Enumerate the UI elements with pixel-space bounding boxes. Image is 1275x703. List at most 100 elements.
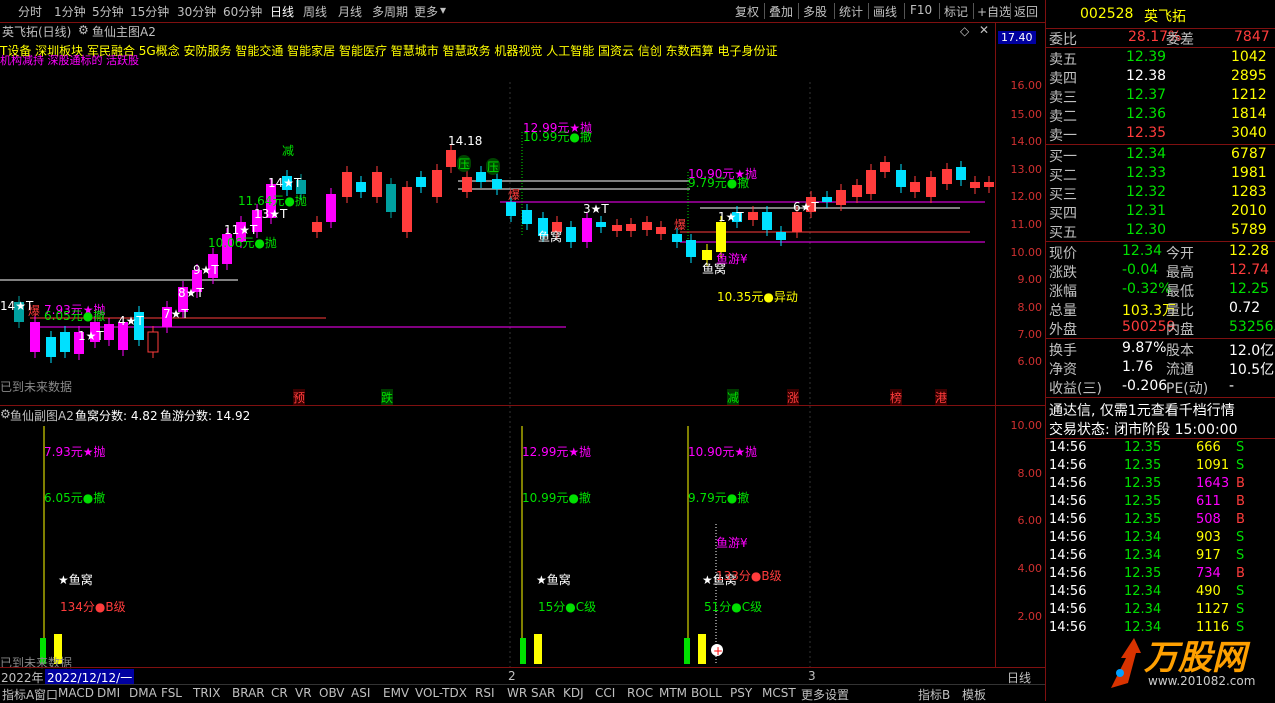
stat-label: 涨幅 (1049, 284, 1077, 300)
tab-15min[interactable]: 15分钟 (130, 3, 169, 20)
indicator-tab[interactable]: SAR (531, 686, 555, 700)
axis-tick: 15.00 (1010, 108, 1043, 121)
ask-row[interactable]: 卖五 12.39 1042 (1046, 49, 1275, 68)
multi-stock-button[interactable]: 多股 (803, 3, 827, 20)
stat-label: 最高 (1166, 265, 1194, 281)
time-month: 2 (508, 669, 516, 683)
sub-sell-3: 10.90元★抛 (688, 445, 758, 459)
indicator-tab[interactable]: MACD (58, 686, 94, 700)
indicator-tab[interactable]: WR (507, 686, 527, 700)
ask-row[interactable]: 卖三 12.37 1212 (1046, 87, 1275, 106)
indicator-tab[interactable]: VR (295, 686, 312, 700)
ask-row[interactable]: 卖四 12.38 2895 (1046, 68, 1275, 87)
indicator-tab[interactable]: BRAR (232, 686, 265, 700)
mark-button[interactable]: 标记 (944, 3, 968, 20)
tick-volume: 1127 (1196, 602, 1230, 617)
statistics-button[interactable]: 统计 (839, 3, 863, 20)
indicator-tab[interactable]: 窗口 (34, 686, 58, 703)
stat-label: PE(动) (1166, 381, 1209, 397)
indicator-tab[interactable]: DMA (129, 686, 157, 700)
tick-price: 12.34 (1124, 602, 1162, 617)
tick-time: 14:56 (1049, 584, 1087, 599)
tab-monthly[interactable]: 月线 (338, 3, 362, 20)
indicator-tab[interactable]: CCI (595, 686, 615, 700)
ask-label: 卖一 (1049, 128, 1077, 144)
back-button[interactable]: 返回 (1014, 3, 1038, 20)
sub-chart[interactable]: ⚙ 鱼仙副图A2 鱼窝分数: 4.82 鱼游分数: 14.92 + 7.93元★… (0, 405, 995, 670)
stat-value: 12.0亿 (1229, 343, 1275, 359)
bid-row[interactable]: 买二 12.33 1981 (1046, 165, 1275, 184)
ask-row[interactable]: 卖一 12.35 3040 (1046, 125, 1275, 144)
bid-label: 买二 (1049, 168, 1077, 184)
bid-row[interactable]: 买三 12.32 1283 (1046, 184, 1275, 203)
tab-60min[interactable]: 60分钟 (223, 3, 262, 20)
bid-row[interactable]: 买一 12.34 6787 (1046, 146, 1275, 165)
ask-volume: 2895 (1231, 68, 1267, 84)
indicator-tab[interactable]: TRIX (193, 686, 220, 700)
indicator-tab[interactable]: RSI (475, 686, 495, 700)
overlay-button[interactable]: 叠加 (769, 3, 793, 20)
indicator-tab[interactable]: 更多 (801, 686, 825, 703)
cancel-signal-2: 10.99元●撤 (523, 130, 592, 144)
indicator-tab[interactable]: FSL (161, 686, 182, 700)
axis-tick: 2.00 (1017, 610, 1043, 623)
tick-row: 14:56 12.35 734 B (1046, 566, 1275, 584)
top-toolbar: 分时 1分钟 5分钟 15分钟 30分钟 60分钟 日线 周线 月线 多周期 更… (0, 0, 1045, 23)
stat-row[interactable]: 外盘500259内盘532563 (1046, 319, 1275, 338)
indicator-right-tab[interactable]: 指标B (918, 686, 950, 703)
indicator-tab[interactable]: CR (271, 686, 288, 700)
indicator-tab[interactable]: MTM (659, 686, 687, 700)
indicator-tab[interactable]: BOLL (691, 686, 722, 700)
stat-label: 内盘 (1166, 322, 1194, 338)
tab-multi-period[interactable]: 多周期 (372, 3, 408, 20)
candle-body (386, 184, 396, 212)
chevron-down-icon[interactable]: ▾ (440, 3, 446, 17)
indicator-tab[interactable]: PSY (730, 686, 752, 700)
stat-row[interactable]: 涨幅 -0.32% 最低 12.25 (1046, 281, 1275, 300)
tab-30min[interactable]: 30分钟 (177, 3, 216, 20)
t-signal: 4★T (118, 314, 144, 328)
bid-row[interactable]: 买五 12.30 5789 (1046, 222, 1275, 241)
indicator-tab[interactable]: MCST (762, 686, 796, 700)
main-chart[interactable]: 英飞拓(日线) ⚙ 鱼仙主图A2 ◇ ✕ T设备 深圳板块 军民融合 5G概念 … (0, 22, 995, 406)
stat-row[interactable]: 换手 9.87% 股本 12.0亿 (1046, 340, 1275, 359)
ask-price: 12.35 (1126, 125, 1167, 141)
indicator-tab[interactable]: ROC (627, 686, 653, 700)
tab-1min[interactable]: 1分钟 (54, 3, 86, 20)
stat-row[interactable]: 涨跌 -0.04 最高 12.74 (1046, 262, 1275, 281)
tab-5min[interactable]: 5分钟 (92, 3, 124, 20)
tab-more[interactable]: 更多 (414, 3, 438, 20)
bid-row[interactable]: 买四 12.31 2010 (1046, 203, 1275, 222)
tick-row: 14:56 12.35 1643 B (1046, 476, 1275, 494)
indicator-tab[interactable]: 指标A (2, 686, 34, 703)
fuquan-button[interactable]: 复权 (735, 3, 759, 20)
draw-line-button[interactable]: 画线 (873, 3, 897, 20)
bid-price: 12.31 (1126, 203, 1167, 219)
stat-row[interactable]: 净资 1.76 流通 10.5亿 (1046, 359, 1275, 378)
indicator-tab[interactable]: KDJ (563, 686, 584, 700)
f10-button[interactable]: F10 (910, 3, 932, 17)
indicator-tab[interactable]: DMI (97, 686, 120, 700)
bid-volume: 1283 (1231, 184, 1267, 200)
candle-body (970, 182, 980, 188)
tab-daily[interactable]: 日线 (270, 3, 294, 20)
indicator-tab[interactable]: VOL-TDX (415, 686, 467, 700)
indicator-right-tab[interactable]: 模板 (962, 686, 986, 703)
indicator-tab[interactable]: ASI (351, 686, 370, 700)
high-price-label: 14.18 (448, 134, 483, 148)
indicator-tab[interactable]: EMV (383, 686, 409, 700)
tab-fenshi[interactable]: 分时 (18, 3, 42, 20)
indicator-tab[interactable]: OBV (319, 686, 345, 700)
sub-cancel-3: 9.79元●撤 (688, 491, 750, 505)
axis-tick: 16.00 (1010, 79, 1043, 92)
tick-volume: 490 (1196, 584, 1221, 599)
promo-text[interactable]: 通达信, 仅需1元查看千档行情 (1049, 400, 1235, 420)
ask-row[interactable]: 卖二 12.36 1814 (1046, 106, 1275, 125)
candle-body (822, 197, 832, 202)
stat-row[interactable]: 收益(三) -0.206 PE(动) - (1046, 378, 1275, 397)
indicator-tab[interactable]: 设置 (825, 686, 849, 703)
tab-weekly[interactable]: 周线 (303, 3, 327, 20)
add-watchlist-button[interactable]: +自选 (977, 3, 1011, 20)
stat-row[interactable]: 总量 103.3万 量比 0.72 (1046, 300, 1275, 319)
stat-row[interactable]: 现价 12.34 今开 12.28 (1046, 243, 1275, 262)
